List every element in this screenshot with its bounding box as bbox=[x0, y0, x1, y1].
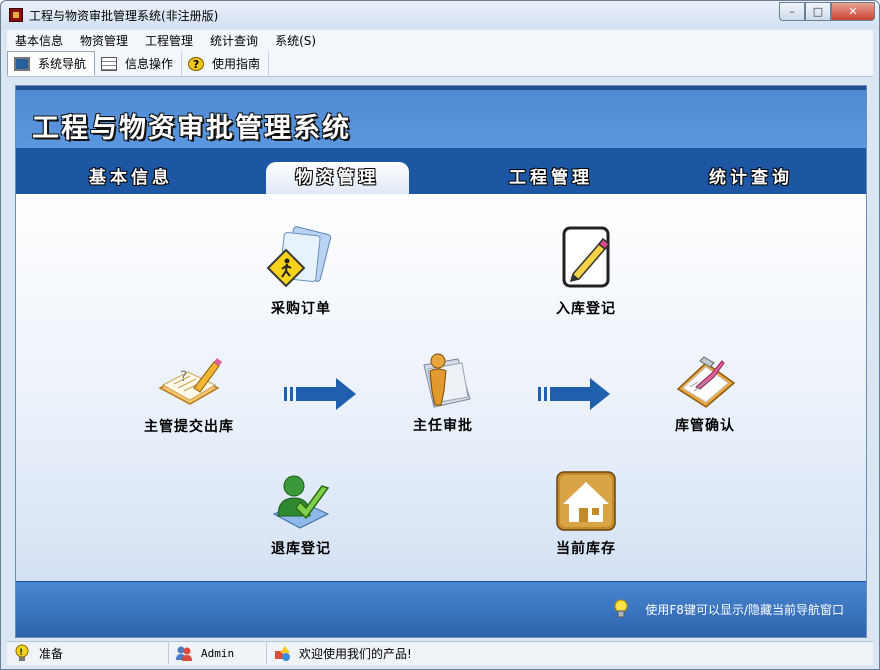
toolbar: 系统导航 信息操作 ? 使用指南 bbox=[7, 50, 873, 77]
notebook-pencil-icon: ? bbox=[158, 358, 222, 405]
person-folder-icon bbox=[423, 353, 471, 408]
node-purchase-order[interactable]: 采购订单 bbox=[236, 224, 366, 318]
status-user: Admin bbox=[169, 642, 267, 664]
node-stock-in[interactable]: 入库登记 bbox=[521, 224, 651, 318]
users-icon bbox=[176, 646, 192, 661]
menu-project[interactable]: 工程管理 bbox=[137, 30, 202, 50]
menu-material[interactable]: 物资管理 bbox=[72, 30, 137, 50]
toolbar-user-guide-label: 使用指南 bbox=[212, 57, 261, 71]
tab-statistics[interactable]: 统计查询 bbox=[676, 162, 826, 194]
monitor-icon bbox=[14, 56, 30, 71]
toolbar-info-ops[interactable]: 信息操作 bbox=[95, 51, 183, 76]
lightbulb-icon bbox=[614, 599, 628, 618]
status-bar: ! 准备 Admin 欢迎使用我们的产品! bbox=[7, 641, 873, 665]
minimize-button[interactable]: – bbox=[779, 2, 805, 21]
navigation-panel: 工程与物资审批管理系统 基本信息 物资管理 工程管理 统计查询 采购订单 入库登… bbox=[15, 85, 867, 638]
node-submit-out-label: 主管提交出库 bbox=[144, 419, 234, 435]
menu-system[interactable]: 系统(S) bbox=[267, 30, 325, 50]
notepad-pencil-icon bbox=[562, 226, 611, 288]
arrow-right-icon bbox=[284, 378, 356, 410]
app-window: 工程与物资审批管理系统(非注册版) – □ ✕ 基本信息 物资管理 工程管理 统… bbox=[0, 0, 880, 670]
close-button[interactable]: ✕ bbox=[831, 2, 875, 21]
node-keeper-confirm[interactable]: 库管确认 bbox=[640, 349, 770, 435]
node-director-approve[interactable]: 主任审批 bbox=[378, 349, 508, 435]
node-return-stock-label: 退库登记 bbox=[271, 541, 331, 557]
node-submit-out[interactable]: ? 主管提交出库 bbox=[119, 354, 259, 436]
svg-text:!: ! bbox=[19, 648, 23, 658]
node-stock-in-label: 入库登记 bbox=[556, 301, 616, 317]
workflow-area: 采购订单 入库登记 ? 主管提交出库 主任审批 库管确认 退库登记 当前库存 bbox=[16, 194, 866, 581]
arrow-right-icon bbox=[538, 378, 610, 410]
menu-bar: 基本信息 物资管理 工程管理 统计查询 系统(S) bbox=[7, 30, 873, 50]
title-bar[interactable]: 工程与物资审批管理系统(非注册版) – □ ✕ bbox=[1, 1, 879, 29]
banner-title: 工程与物资审批管理系统 bbox=[32, 113, 351, 144]
user-check-icon bbox=[272, 475, 330, 529]
tab-bar: 基本信息 物资管理 工程管理 统计查询 bbox=[16, 148, 866, 194]
status-state: ! 准备 bbox=[7, 642, 169, 664]
document-pedestrian-icon bbox=[266, 226, 332, 288]
maximize-button[interactable]: □ bbox=[805, 2, 831, 21]
toolbar-system-nav-label: 系统导航 bbox=[38, 57, 87, 71]
help-icon: ? bbox=[188, 56, 205, 71]
tab-material[interactable]: 物资管理 bbox=[266, 162, 409, 194]
node-keeper-confirm-label: 库管确认 bbox=[675, 418, 735, 434]
home-icon bbox=[556, 471, 616, 531]
clipboard-check-icon bbox=[676, 356, 736, 408]
status-user-text: Admin bbox=[201, 646, 235, 660]
svg-text:?: ? bbox=[180, 369, 187, 385]
toolbar-info-ops-label: 信息操作 bbox=[125, 57, 174, 71]
status-state-text: 准备 bbox=[39, 646, 64, 661]
window-title: 工程与物资审批管理系统(非注册版) bbox=[29, 9, 219, 23]
node-current-stock-label: 当前库存 bbox=[556, 541, 616, 557]
f8-hint-text: 使用F8键可以显示/隐藏当前导航窗口 bbox=[645, 602, 844, 617]
status-welcome: 欢迎使用我们的产品! bbox=[267, 642, 873, 664]
banner: 工程与物资审批管理系统 bbox=[16, 86, 866, 148]
menu-statistics[interactable]: 统计查询 bbox=[202, 30, 267, 50]
tab-basic-info[interactable]: 基本信息 bbox=[56, 162, 206, 194]
shapes-icon bbox=[275, 646, 290, 661]
node-director-approve-label: 主任审批 bbox=[413, 418, 473, 434]
grid-icon bbox=[101, 56, 118, 71]
tab-project[interactable]: 工程管理 bbox=[476, 162, 626, 194]
toolbar-system-nav[interactable]: 系统导航 bbox=[7, 51, 96, 76]
window-controls: – □ ✕ bbox=[779, 2, 875, 21]
node-return-stock[interactable]: 退库登记 bbox=[236, 470, 366, 558]
menu-basic-info[interactable]: 基本信息 bbox=[7, 30, 72, 50]
app-icon bbox=[9, 8, 23, 22]
node-purchase-order-label: 采购订单 bbox=[271, 301, 331, 317]
f8-hint: 使用F8键可以显示/隐藏当前导航窗口 bbox=[613, 599, 844, 619]
toolbar-user-guide[interactable]: ? 使用指南 bbox=[182, 51, 270, 76]
status-welcome-text: 欢迎使用我们的产品! bbox=[299, 646, 412, 661]
nav-footer: 使用F8键可以显示/隐藏当前导航窗口 bbox=[16, 581, 866, 637]
node-current-stock[interactable]: 当前库存 bbox=[521, 470, 651, 558]
lightbulb-icon: ! bbox=[15, 644, 29, 661]
